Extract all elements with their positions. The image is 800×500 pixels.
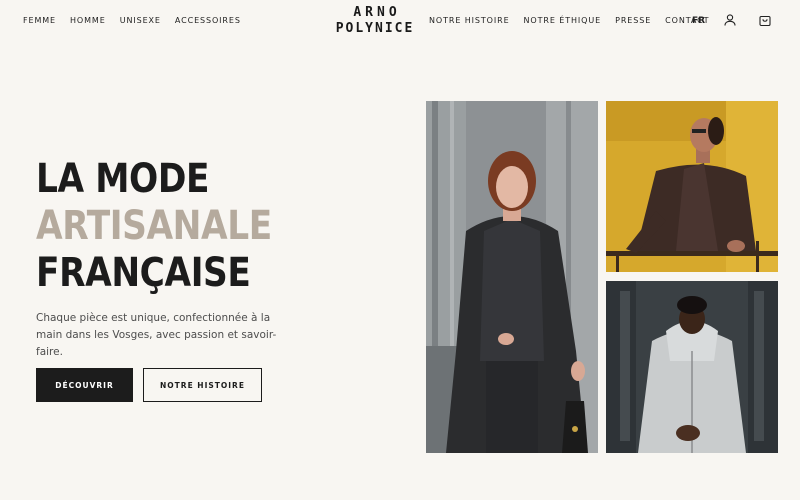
- brand-logo-line1: ARNO: [353, 5, 401, 20]
- brand-logo[interactable]: ARNO POLYNICE: [331, 5, 419, 37]
- our-story-button[interactable]: NOTRE HISTOIRE: [143, 368, 262, 402]
- site-header: FEMME HOMME UNISEXE ACCESSOIRES ARNO POL…: [0, 0, 800, 44]
- discover-button[interactable]: DÉCOUVRIR: [36, 368, 133, 402]
- hero-photo-man-hoodie: [606, 281, 778, 453]
- hero-photo-man-yellow-wall: [606, 101, 778, 272]
- hero-title-line2: ARTISANALE: [36, 203, 272, 249]
- nav-link-homme[interactable]: HOMME: [70, 16, 106, 26]
- nav-link-notre-ethique[interactable]: NOTRE ÉTHIQUE: [524, 16, 602, 26]
- cart-icon[interactable]: [758, 13, 772, 27]
- user-icon[interactable]: [723, 13, 737, 27]
- primary-nav: FEMME HOMME UNISEXE ACCESSOIRES: [23, 16, 241, 26]
- hero-title-line3: FRANÇAISE: [36, 250, 251, 296]
- nav-link-femme[interactable]: FEMME: [23, 16, 56, 26]
- nav-link-notre-histoire[interactable]: NOTRE HISTOIRE: [429, 16, 510, 26]
- nav-link-unisexe[interactable]: UNISEXE: [120, 16, 161, 26]
- secondary-nav: NOTRE HISTOIRE NOTRE ÉTHIQUE PRESSE CONT…: [429, 16, 709, 26]
- nav-link-accessoires[interactable]: ACCESSOIRES: [175, 16, 241, 26]
- hero-description: Chaque pièce est unique, confectionnée à…: [36, 312, 277, 358]
- hero-photo-woman: [426, 101, 598, 453]
- brand-logo-line2: POLYNICE: [335, 21, 415, 36]
- language-switch[interactable]: FR: [692, 16, 705, 26]
- hero-title: LA MODE ARTISANALE FRANÇAISE: [36, 156, 272, 297]
- hero-title-line1: LA MODE: [36, 156, 210, 202]
- nav-link-presse[interactable]: PRESSE: [615, 16, 651, 26]
